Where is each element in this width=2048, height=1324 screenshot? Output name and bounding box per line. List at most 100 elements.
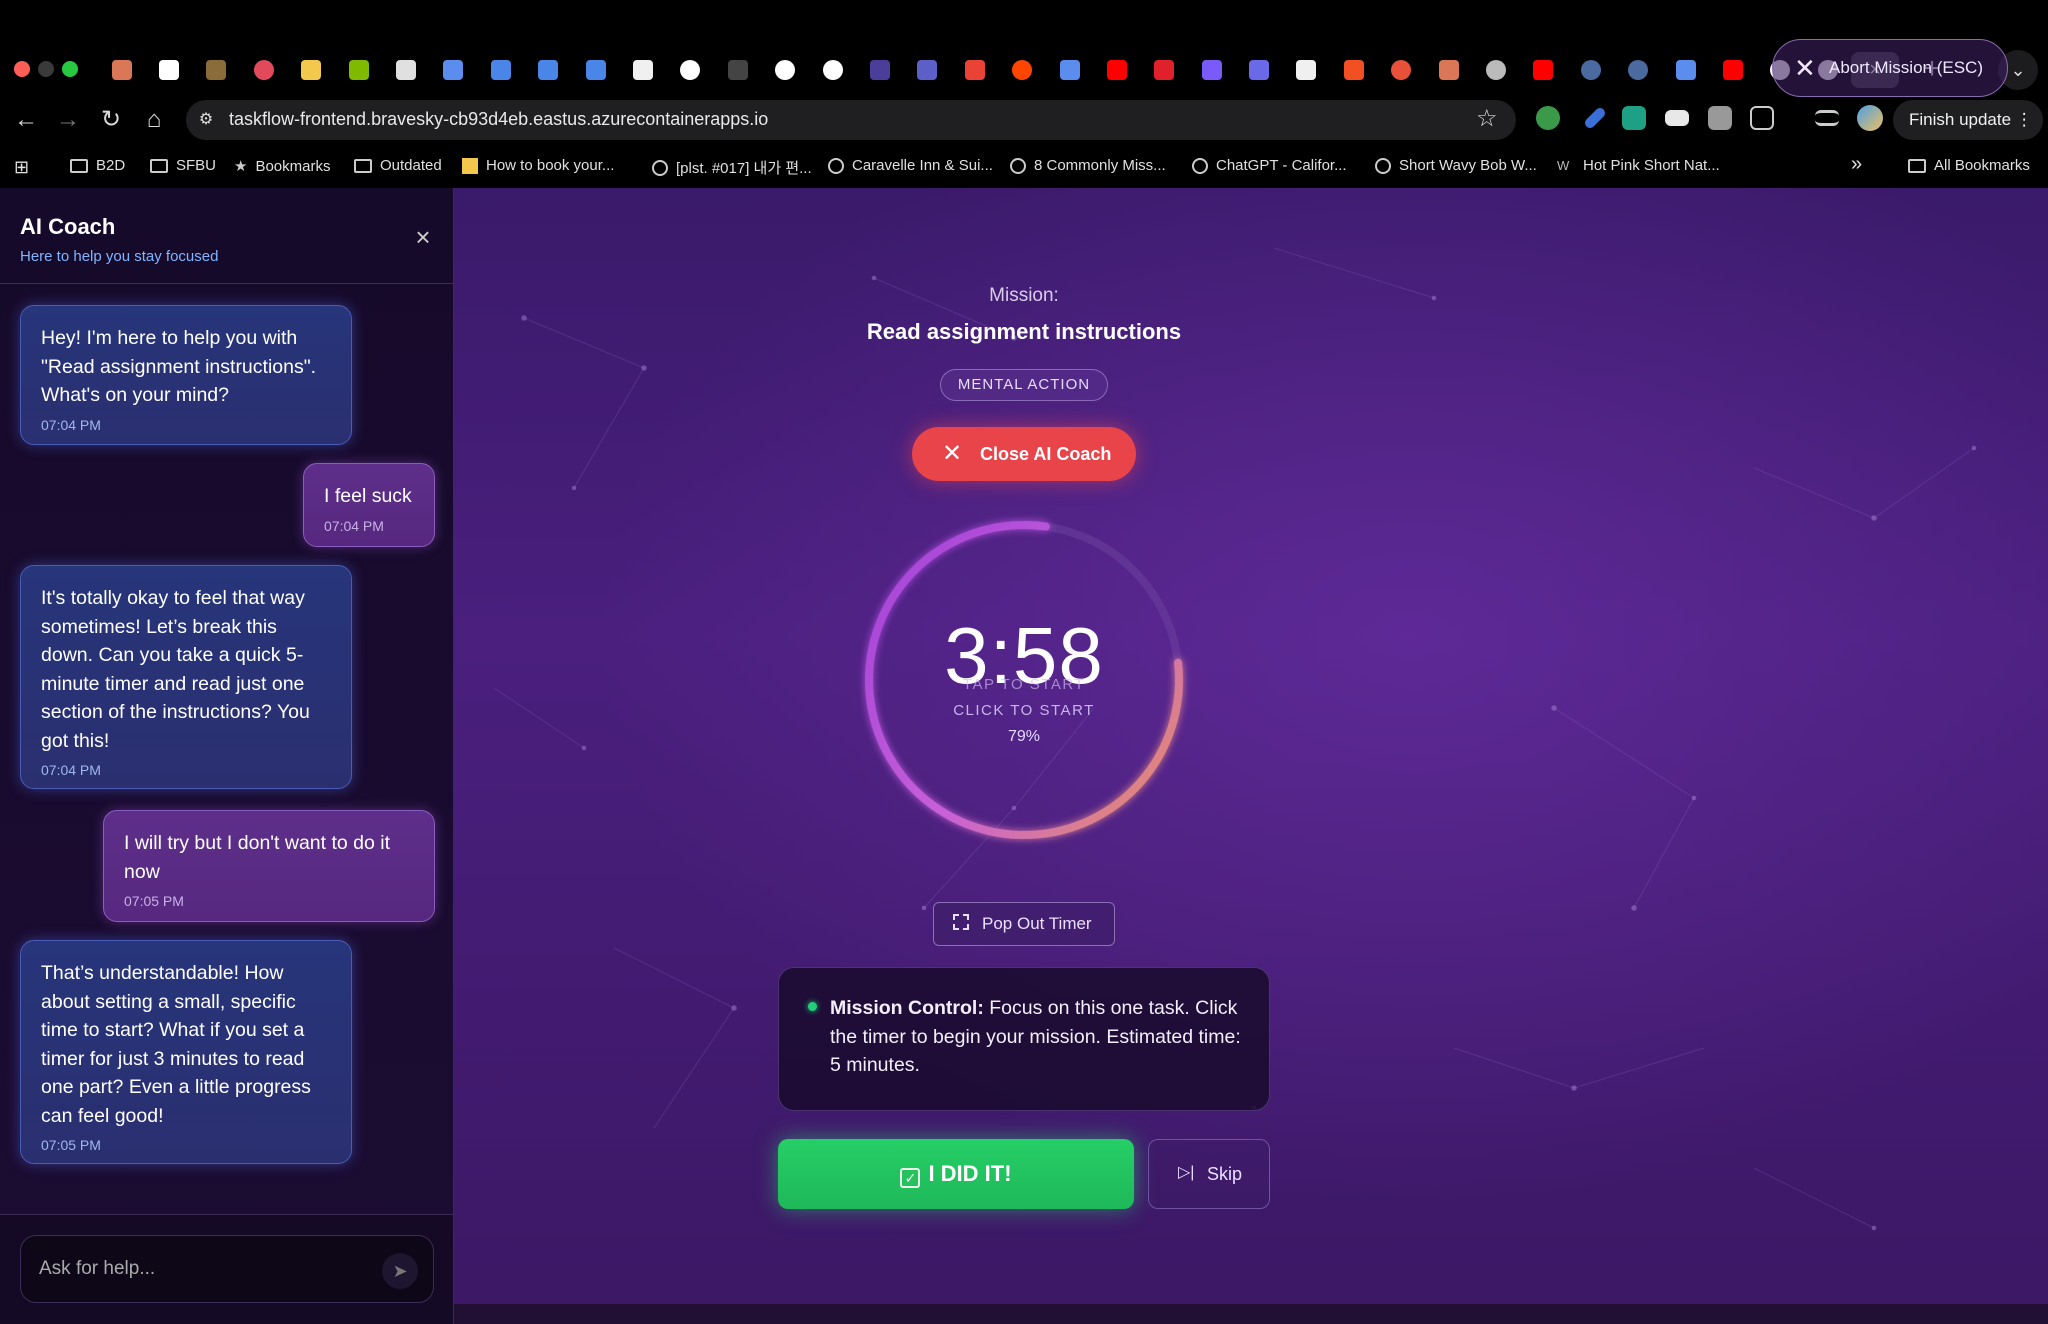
bookmark-item[interactable]: SFBU <box>150 157 216 174</box>
browser-tab[interactable] <box>1425 52 1472 88</box>
finish-update-button[interactable]: Finish update ⋮ <box>1893 100 2043 140</box>
browser-tab[interactable] <box>1520 52 1567 88</box>
browser-tab[interactable] <box>288 52 335 88</box>
browser-tab[interactable] <box>1235 52 1282 88</box>
window-close-button[interactable] <box>14 61 30 77</box>
browser-tab[interactable] <box>714 52 761 88</box>
docs-icon <box>585 60 606 80</box>
browser-tab[interactable] <box>809 52 856 88</box>
browser-tab[interactable] <box>382 52 429 88</box>
browser-tab[interactable] <box>572 52 619 88</box>
browser-tab[interactable] <box>1615 52 1662 88</box>
bookmark-item[interactable]: W Hot Pink Short Nat... <box>1557 157 1720 174</box>
claude-icon <box>111 60 132 80</box>
browser-tab[interactable] <box>1472 52 1519 88</box>
zotero-icon <box>396 60 417 80</box>
fi-icon <box>1154 60 1175 80</box>
forward-icon[interactable]: → <box>52 104 84 136</box>
browser-tab[interactable] <box>998 52 1045 88</box>
more-bookmarks-button[interactable]: » <box>1851 153 1862 176</box>
reading-list-icon[interactable] <box>1815 110 1839 126</box>
browser-tab[interactable] <box>335 52 382 88</box>
bookmark-label: [plst. #017] 내가 편... <box>676 160 812 177</box>
extension-green-icon[interactable] <box>1536 106 1560 130</box>
browser-tab[interactable] <box>145 52 192 88</box>
skip-button[interactable]: Skip <box>1148 1139 1270 1209</box>
browser-tab[interactable] <box>1141 52 1188 88</box>
bookmark-label: Outdated <box>380 157 442 174</box>
browser-tab[interactable] <box>240 52 287 88</box>
s-icon <box>462 157 478 174</box>
profile-avatar[interactable] <box>1857 105 1883 131</box>
notebook-icon <box>206 60 227 80</box>
bookmark-star-icon[interactable]: ☆ <box>1476 104 1498 133</box>
bookmark-item[interactable]: ChatGPT - Califor... <box>1192 157 1347 174</box>
back-icon[interactable]: ← <box>10 104 42 136</box>
browser-tab[interactable] <box>1378 52 1425 88</box>
extensions-puzzle-icon[interactable] <box>1750 106 1774 130</box>
chat-message-user: I feel suck 07:04 PM <box>303 463 435 547</box>
mission-control-text: Mission Control: Focus on this one task.… <box>830 994 1250 1080</box>
browser-tab[interactable] <box>1662 52 1709 88</box>
bookmark-item[interactable]: ★ Bookmarks <box>234 157 330 176</box>
ask-for-help-input[interactable]: Ask for help... <box>20 1235 434 1303</box>
chat-message-user: I will try but I don't want to do it now… <box>103 810 435 922</box>
bookmark-item[interactable]: Outdated <box>354 157 442 174</box>
gemini-icon <box>443 60 464 80</box>
browser-tab[interactable] <box>1283 52 1330 88</box>
home-icon[interactable]: ⌂ <box>138 104 170 136</box>
browser-tab[interactable] <box>1709 52 1756 88</box>
bookmark-item[interactable]: How to book your... <box>462 157 614 174</box>
browser-tab[interactable] <box>430 52 477 88</box>
i-did-it-button[interactable]: ✓ I DID IT! <box>778 1139 1134 1209</box>
sidebar-header: AI Coach Here to help you stay focused × <box>0 188 453 284</box>
extension-mail-icon[interactable] <box>1665 110 1689 126</box>
browser-tab[interactable] <box>1188 52 1235 88</box>
skip-label: Skip <box>1207 1164 1243 1184</box>
docs-icon <box>490 60 511 80</box>
apps-grid-icon[interactable]: ⊞ <box>14 157 29 178</box>
docs-icon <box>538 60 559 80</box>
browser-tab[interactable] <box>619 52 666 88</box>
window-zoom-button[interactable] <box>62 61 78 77</box>
youtube-icon <box>1533 60 1554 80</box>
all-bookmarks-folder[interactable]: All Bookmarks <box>1908 157 2030 174</box>
extension-teal-icon[interactable] <box>1622 106 1646 130</box>
timer-percent: 79% <box>1007 728 1041 745</box>
browser-tab[interactable] <box>98 52 145 88</box>
browser-tab[interactable] <box>1330 52 1377 88</box>
browser-tab[interactable] <box>761 52 808 88</box>
chatgpt-icon <box>1580 60 1601 80</box>
bookmark-item[interactable]: 8 Commonly Miss... <box>1010 157 1166 174</box>
browser-tab[interactable] <box>1567 52 1614 88</box>
url-text[interactable]: taskflow-frontend.bravesky-cb93d4eb.east… <box>229 109 768 130</box>
reload-icon[interactable]: ↻ <box>95 104 127 136</box>
close-icon[interactable]: × <box>408 222 438 252</box>
browser-tab[interactable] <box>951 52 998 88</box>
browser-tab[interactable] <box>477 52 524 88</box>
bookmark-item[interactable]: B2D <box>70 157 125 174</box>
browser-tab[interactable] <box>1093 52 1140 88</box>
bookmark-item[interactable]: Short Wavy Bob W... <box>1375 157 1537 174</box>
globe-icon <box>1192 157 1208 174</box>
mission-type-badge: MENTAL ACTION <box>940 369 1108 401</box>
all-bookmarks-label: All Bookmarks <box>1934 157 2030 174</box>
browser-tab[interactable] <box>667 52 714 88</box>
globe-icon <box>1375 157 1391 174</box>
abort-mission-label: Abort Mission (ESC) <box>1829 58 1983 77</box>
browser-tab[interactable] <box>525 52 572 88</box>
browser-tab[interactable] <box>193 52 240 88</box>
window-minimize-button[interactable] <box>38 61 54 77</box>
browser-tab[interactable] <box>904 52 951 88</box>
bookmark-item[interactable]: [plst. #017] 내가 편... <box>652 157 812 178</box>
close-icon: ✕ <box>1794 53 1816 83</box>
chat-message-coach: Hey! I'm here to help you with "Read ass… <box>20 305 352 445</box>
bookmark-item[interactable]: Caravelle Inn & Sui... <box>828 157 993 174</box>
site-info-icon[interactable]: ⚙ <box>196 110 216 130</box>
browser-tab[interactable] <box>856 52 903 88</box>
browser-tab[interactable] <box>1046 52 1093 88</box>
send-icon[interactable]: ➤ <box>382 1253 418 1289</box>
extension-shield-icon[interactable] <box>1708 106 1732 130</box>
bee-icon <box>301 60 322 80</box>
globe-icon <box>1486 60 1507 80</box>
